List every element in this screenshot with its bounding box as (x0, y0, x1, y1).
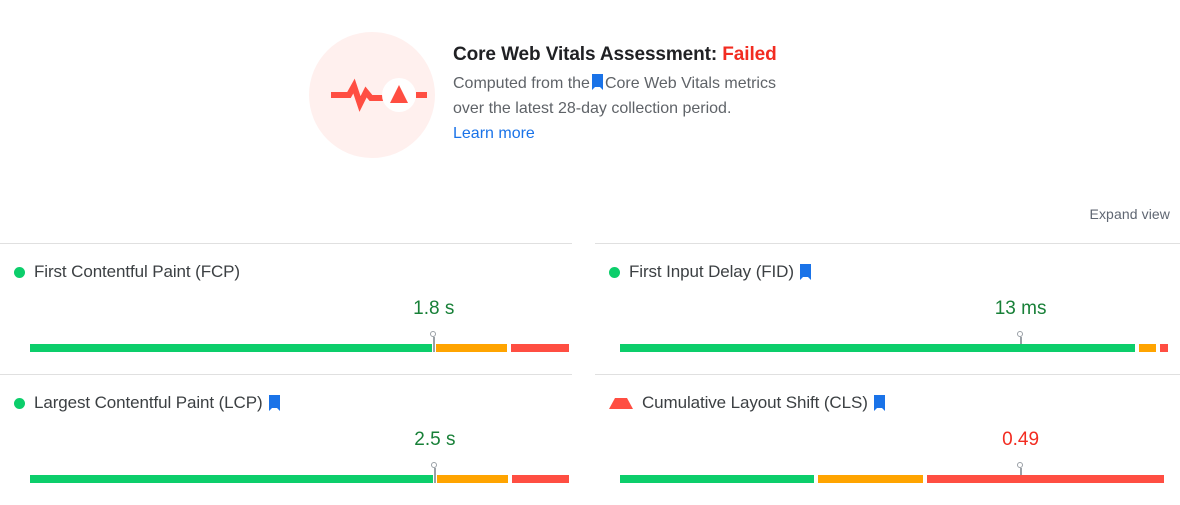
core-web-vitals-assessment: Core Web Vitals Assessment: Failed Compu… (0, 0, 1180, 185)
metric-header: Cumulative Layout Shift (CLS) (595, 393, 1180, 413)
metric-label-lcp: Largest Contentful Paint (LCP) (34, 393, 263, 412)
metric-header: First Contentful Paint (FCP) (0, 262, 572, 282)
metric-card-cls: Cumulative Layout Shift (CLS) 0.49 (595, 374, 1180, 505)
metrics-grid: First Contentful Paint (FCP) 1.8 s First I… (0, 243, 1180, 505)
metric-label-fcp: First Contentful Paint (FCP) (34, 262, 240, 281)
green-circle-icon (14, 266, 25, 278)
bar-segment-red (511, 344, 570, 352)
metric-card-lcp: Largest Contentful Paint (LCP) 2.5 s (0, 374, 572, 505)
green-circle-icon (609, 266, 620, 278)
bar-segment-green (620, 344, 1136, 352)
bar-segment-green (30, 344, 433, 352)
metric-value-fcp: 1.8 s (413, 298, 455, 319)
expand-view-button[interactable]: Expand view (1090, 206, 1170, 222)
bar-segment-red (927, 475, 1164, 483)
bar-segment-orange (436, 344, 508, 352)
bookmark-icon[interactable] (268, 395, 280, 411)
metric-header: Largest Contentful Paint (LCP) (0, 393, 572, 413)
bar-segment-green (30, 475, 434, 483)
bar-segment-orange (817, 475, 924, 483)
metric-card-fcp: First Contentful Paint (FCP) 1.8 s (0, 243, 572, 374)
assessment-desc-line1-b: Core Web Vitals metrics (604, 75, 776, 92)
learn-more-link[interactable]: Learn more (453, 121, 535, 146)
metric-value-lcp: 2.5 s (414, 429, 456, 450)
metric-value-cls: 0.49 (1002, 429, 1040, 450)
metric-bar-area: 2.5 s (30, 429, 572, 491)
red-triangle-icon (609, 397, 633, 409)
bar-segment-orange (1139, 344, 1157, 352)
metric-bar-area: 13 ms (620, 298, 1180, 360)
bookmark-icon[interactable] (873, 395, 885, 411)
bar-segment-red (511, 475, 570, 483)
metric-distribution-bar-lcp (30, 475, 572, 483)
bookmark-icon[interactable] (799, 264, 811, 280)
metric-bar-area: 0.49 (620, 429, 1180, 491)
bar-segment-red (1160, 344, 1168, 352)
metric-bar-area: 1.8 s (30, 298, 572, 360)
assessment-description: Computed from the Core Web Vitals metrics… (453, 71, 777, 121)
metric-card-fid: First Input Delay (FID) 13 ms (595, 243, 1180, 374)
assessment-desc-line1-a: Computed from the (453, 75, 590, 92)
metric-distribution-bar-fcp (30, 344, 572, 352)
metric-label-cls: Cumulative Layout Shift (CLS) (642, 393, 868, 412)
bar-segment-green (620, 475, 814, 483)
pulse-warning-icon (309, 32, 435, 158)
green-circle-icon (14, 397, 25, 409)
metric-value-fid: 13 ms (994, 298, 1047, 319)
bar-segment-orange (437, 475, 508, 483)
assessment-title: Core Web Vitals Assessment: Failed (453, 43, 777, 67)
metric-distribution-bar-cls (620, 475, 1168, 483)
assessment-verdict: Failed (722, 44, 777, 65)
metric-label-fid: First Input Delay (FID) (629, 262, 794, 281)
metric-distribution-bar-fid (620, 344, 1168, 352)
assessment-title-prefix: Core Web Vitals Assessment: (453, 44, 718, 65)
bookmark-icon (591, 73, 603, 90)
metric-header: First Input Delay (FID) (595, 262, 1180, 282)
assessment-desc-line2: over the latest 28-day collection period… (453, 100, 732, 117)
